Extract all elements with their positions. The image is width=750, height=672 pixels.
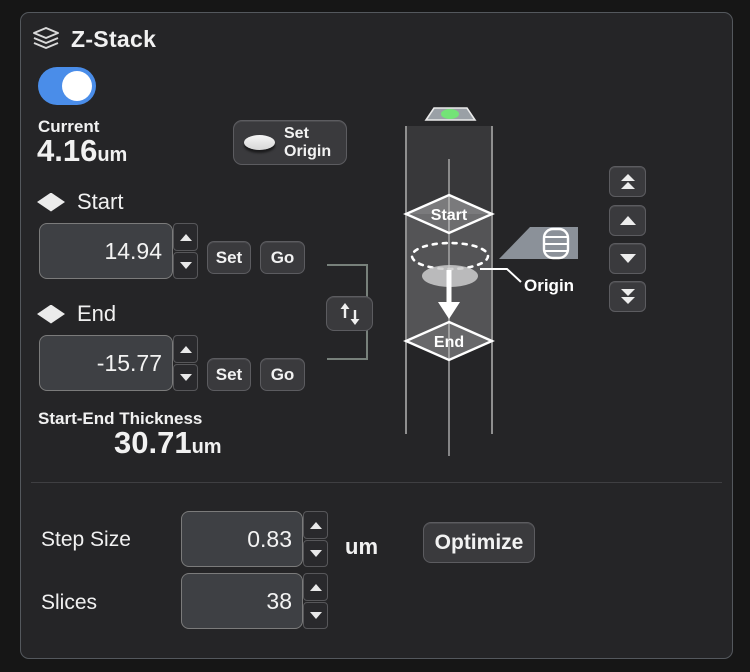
diagram-end-label: End [434,334,464,351]
double-up-arrow-icon [621,174,635,181]
set-origin-label: Set Origin [284,125,331,161]
step-size-spin-down-button[interactable] [303,540,328,567]
step-size-input[interactable] [181,511,303,567]
z-fast-up-button[interactable] [609,166,646,197]
panel-header: Z-Stack [31,26,156,53]
down-arrow-icon [180,374,192,381]
end-input[interactable] [39,335,173,391]
start-row-label: Start [37,189,123,215]
thickness-value-number: 30.71 [114,425,192,460]
down-arrow-icon [620,254,636,263]
up-arrow-icon [180,234,192,241]
layers-icon [31,26,61,53]
swap-start-end-button[interactable] [326,296,373,331]
down-arrow-icon [180,262,192,269]
end-row-label: End [37,301,116,327]
up-arrow-icon [180,346,192,353]
slices-label: Slices [41,591,97,615]
start-diamond-icon [37,193,65,212]
start-label: Start [77,189,123,215]
z-stack-diagram: Start End Origin [391,98,621,483]
panel-title: Z-Stack [71,26,156,53]
swap-arrows-icon [337,302,363,326]
current-value-number: 4.16 [37,133,97,168]
step-size-label: Step Size [41,528,131,552]
thickness-value-unit: um [192,436,222,458]
double-up-arrow-icon [621,182,635,189]
step-size-unit: um [345,534,378,560]
start-spinner [173,223,198,279]
current-value: 4.16um [37,135,127,166]
start-set-button[interactable]: Set [207,241,251,274]
origin-ellipse-icon [244,135,275,150]
start-input[interactable] [39,223,173,279]
diagram-start-label: Start [431,207,468,224]
start-go-button[interactable]: Go [260,241,305,274]
double-down-arrow-icon [621,289,635,296]
down-arrow-icon [310,550,322,557]
z-stack-enable-toggle[interactable] [38,67,96,105]
end-go-button[interactable]: Go [260,358,305,391]
end-label: End [77,301,116,327]
double-down-arrow-icon [621,297,635,304]
current-value-unit: um [97,144,127,166]
step-size-spin-up-button[interactable] [303,511,328,539]
end-spin-down-button[interactable] [173,364,198,391]
end-spin-up-button[interactable] [173,335,198,363]
up-arrow-icon [620,216,636,225]
up-arrow-icon [310,522,322,529]
z-fast-down-button[interactable] [609,281,646,312]
end-spinner [173,335,198,391]
start-spin-down-button[interactable] [173,252,198,279]
end-diamond-icon [37,305,65,324]
z-stack-panel: Z-Stack Current 4.16um Set Origin Start … [20,12,733,659]
step-size-spinner [303,511,328,567]
optimize-button[interactable]: Optimize [423,522,535,563]
slices-spin-down-button[interactable] [303,602,328,629]
slices-spin-up-button[interactable] [303,573,328,601]
diagram-origin-label: Origin [524,276,574,295]
end-set-button[interactable]: Set [207,358,251,391]
start-spin-up-button[interactable] [173,223,198,251]
current-position-marker [441,109,459,119]
slices-spinner [303,573,328,629]
z-up-button[interactable] [609,205,646,236]
slices-input[interactable] [181,573,303,629]
thickness-value: 30.71um [114,427,222,458]
section-divider [31,482,722,483]
toggle-knob [62,71,92,101]
set-origin-button[interactable]: Set Origin [233,120,347,165]
up-arrow-icon [310,584,322,591]
down-arrow-icon [310,612,322,619]
z-down-button[interactable] [609,243,646,274]
